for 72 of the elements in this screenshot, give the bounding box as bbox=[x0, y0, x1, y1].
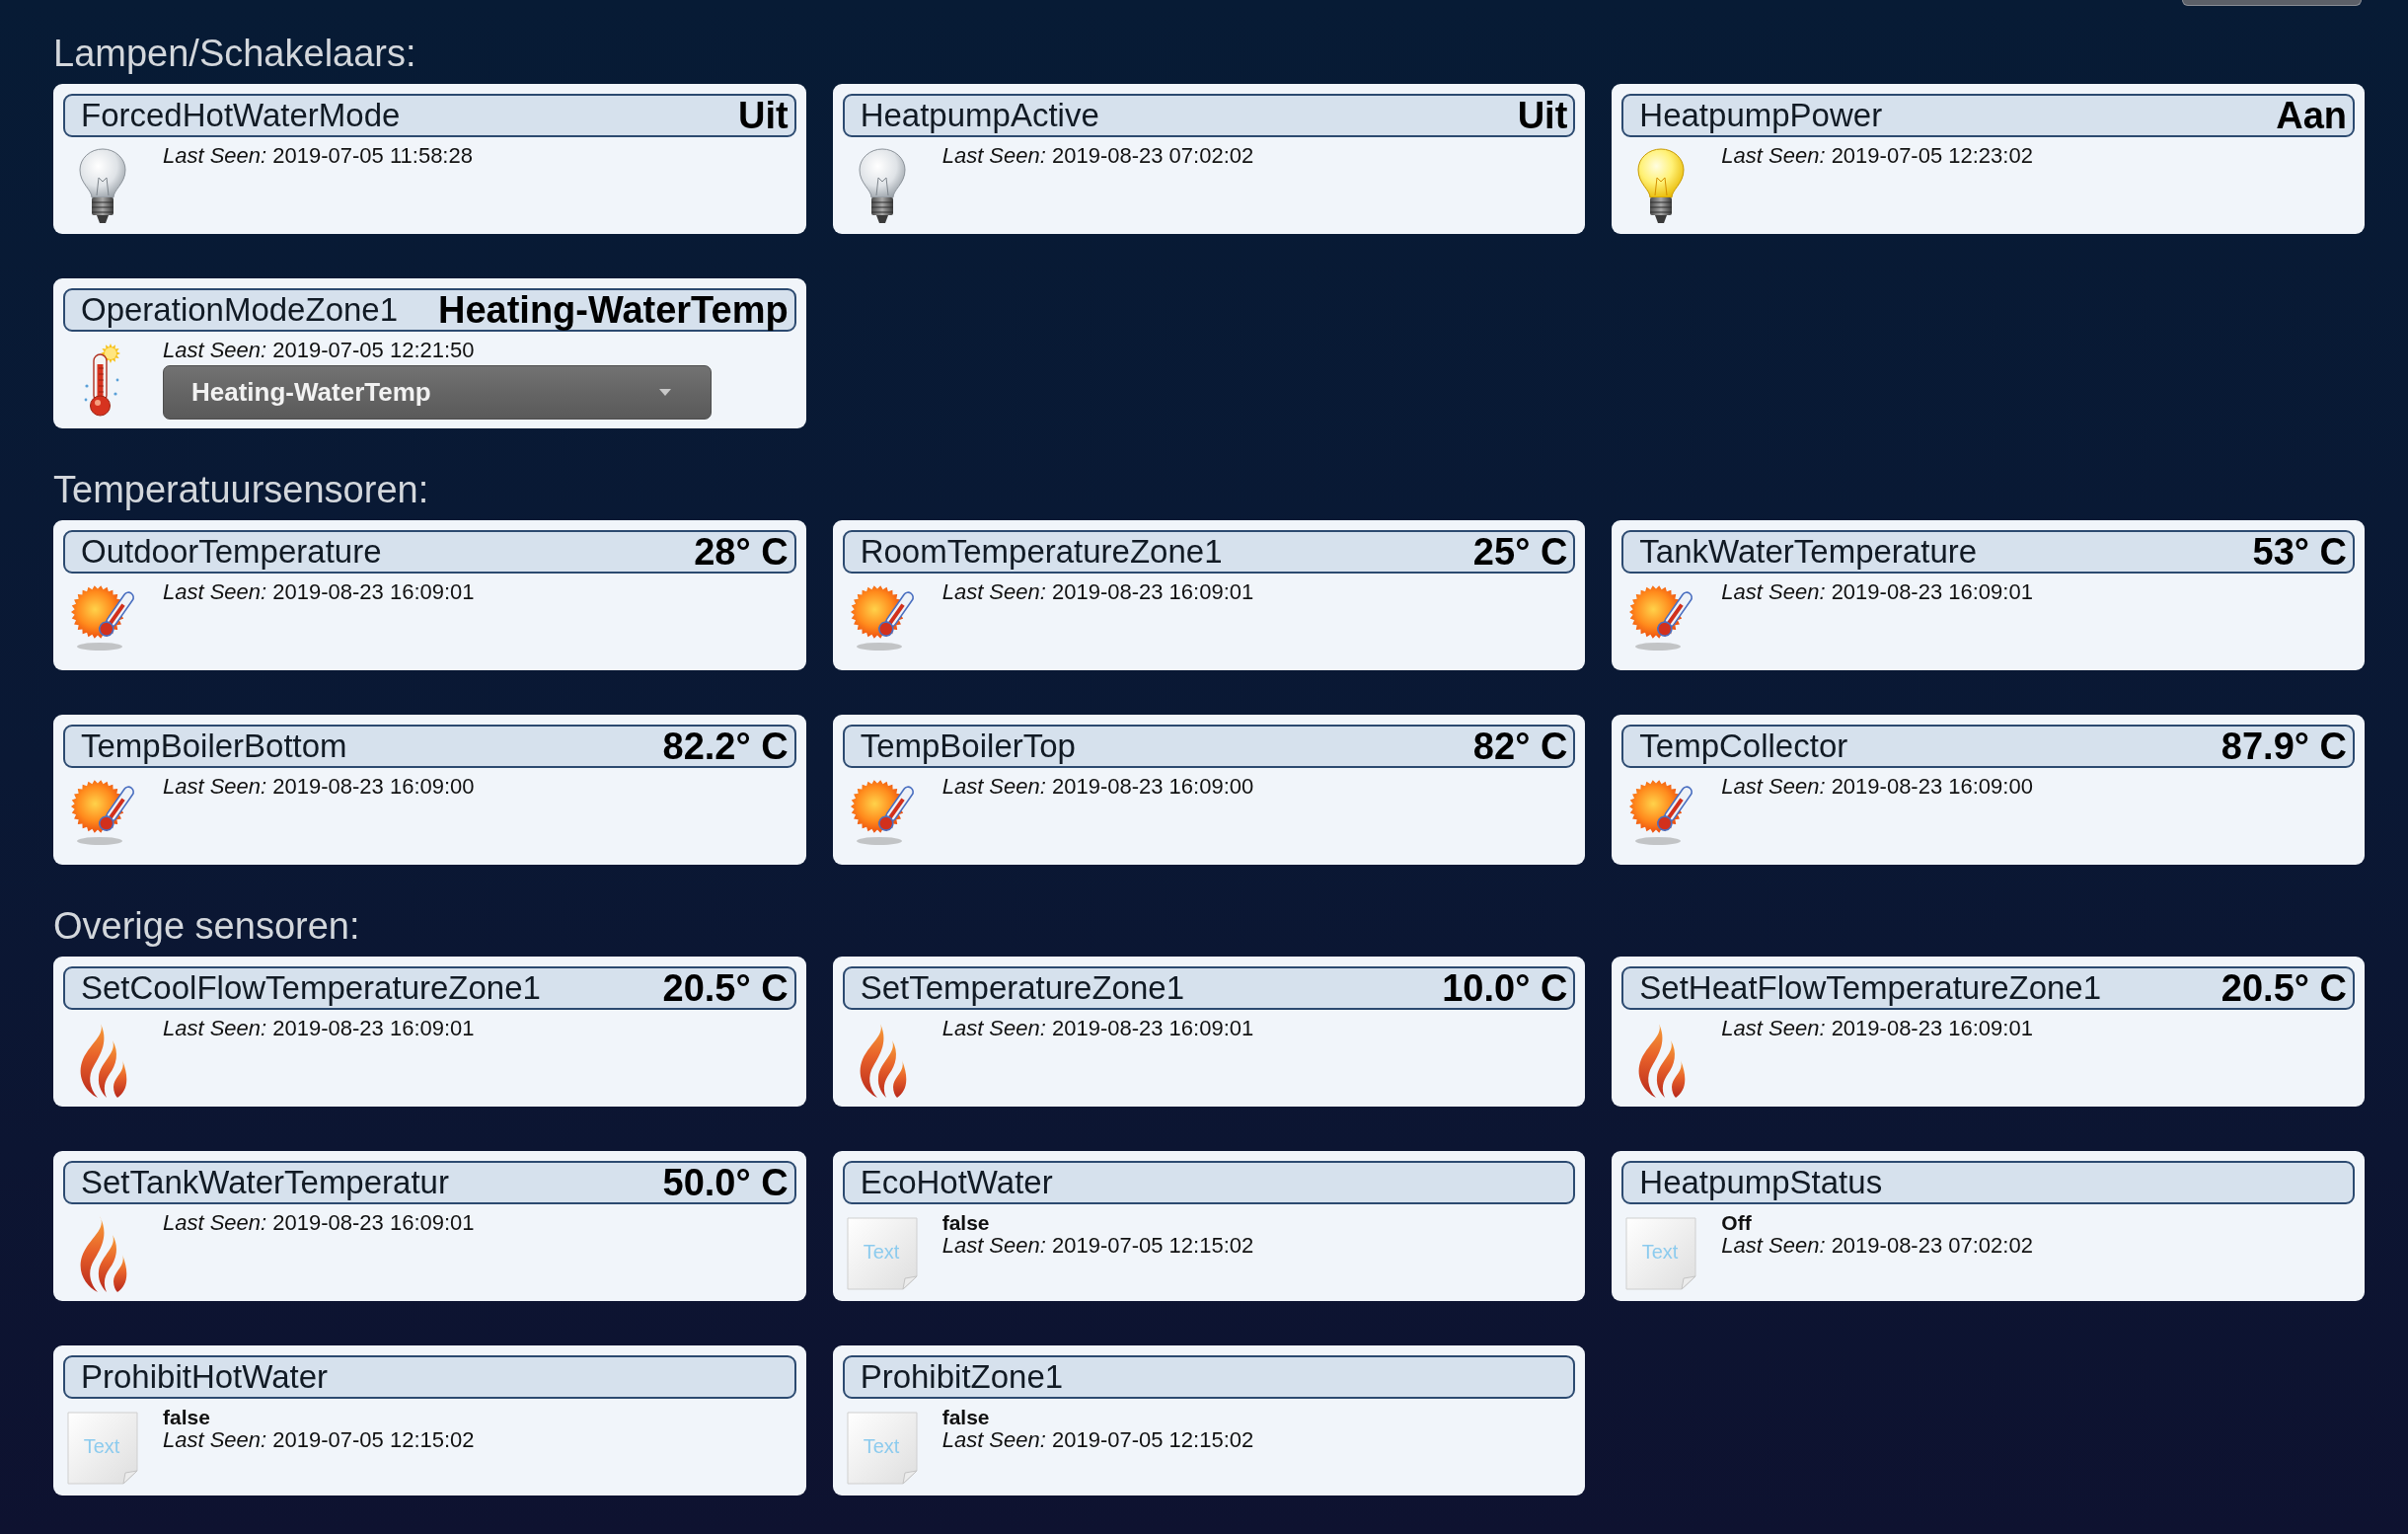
device-name: OutdoorTemperature bbox=[81, 533, 382, 571]
device-name: TempBoilerTop bbox=[860, 728, 1076, 765]
status-text: false bbox=[163, 1406, 210, 1428]
status-text: Off bbox=[1721, 1211, 1752, 1234]
sun-thermometer-icon bbox=[849, 584, 915, 652]
section-title: Temperatuursensoren: bbox=[53, 468, 429, 511]
device-value: Uit bbox=[738, 96, 789, 135]
light-bulb-icon[interactable] bbox=[857, 148, 907, 225]
status-text: false bbox=[941, 1211, 990, 1234]
status-text: false bbox=[941, 1406, 990, 1428]
device-value: Aan bbox=[2276, 96, 2347, 135]
device-value: 28° C bbox=[694, 532, 789, 572]
device-value: 53° C bbox=[2252, 532, 2347, 572]
last-seen-text: Last Seen: 2019-07-05 11:58:28 bbox=[163, 144, 473, 168]
last-seen-text: Last Seen: 2019-08-23 07:02:02 bbox=[941, 144, 1254, 168]
last-seen-text: Last Seen: 2019-08-23 16:09:01 bbox=[941, 580, 1254, 604]
device-name: SetTankWaterTemperatur bbox=[81, 1164, 449, 1201]
device-value: 20.5° C bbox=[662, 968, 789, 1008]
last-seen-text: Last Seen: 2019-07-05 12:15:02 bbox=[941, 1234, 1254, 1258]
last-seen-text: Last Seen: 2019-08-23 16:09:01 bbox=[163, 1017, 475, 1040]
last-seen-text: Last Seen: 2019-07-05 12:21:50 bbox=[163, 339, 475, 362]
text-document-icon: Text bbox=[67, 1412, 138, 1485]
device-value: 82° C bbox=[1472, 727, 1568, 766]
device-value: 20.5° C bbox=[2220, 968, 2347, 1008]
device-name: HeatpumpActive bbox=[860, 97, 1099, 134]
device-name: RoomTemperatureZone1 bbox=[860, 533, 1223, 571]
sun-thermometer-icon bbox=[849, 779, 915, 846]
text-document-icon: Text bbox=[846, 1412, 918, 1485]
device-name: HeatpumpPower bbox=[1639, 97, 1883, 134]
device-name: SetHeatFlowTemperatureZone1 bbox=[1639, 969, 2102, 1007]
device-name: OperationModeZone1 bbox=[81, 291, 399, 329]
device-value: 82.2° C bbox=[662, 727, 789, 766]
last-seen-text: Last Seen: 2019-08-23 16:09:00 bbox=[941, 775, 1254, 799]
last-seen-text: Last Seen: 2019-08-23 16:09:01 bbox=[163, 1211, 475, 1235]
caret-icon bbox=[659, 389, 671, 396]
text-document-icon: Text bbox=[1625, 1217, 1697, 1290]
text-document-icon: Text bbox=[846, 1217, 918, 1290]
device-name: ProhibitZone1 bbox=[860, 1358, 1064, 1396]
last-seen-text: Last Seen: 2019-08-23 16:09:00 bbox=[163, 775, 475, 799]
light-bulb-icon[interactable] bbox=[78, 148, 127, 225]
light-bulb-icon[interactable] bbox=[1636, 148, 1687, 225]
mode-dropdown[interactable]: Heating-WaterTemp bbox=[163, 365, 712, 420]
sun-thermometer-icon bbox=[70, 584, 135, 652]
device-value: 25° C bbox=[1472, 532, 1568, 572]
device-name: HeatpumpStatus bbox=[1639, 1164, 1883, 1201]
device-value: 10.0° C bbox=[1442, 968, 1568, 1008]
section-title: Overige sensoren: bbox=[53, 904, 360, 948]
device-name: ProhibitHotWater bbox=[81, 1358, 329, 1396]
device-value: 50.0° C bbox=[662, 1163, 789, 1202]
last-seen-text: Last Seen: 2019-07-05 12:23:02 bbox=[1721, 144, 2033, 168]
sun-thermometer-icon bbox=[70, 779, 135, 846]
device-name: TempCollector bbox=[1639, 728, 1848, 765]
device-value: 87.9° C bbox=[2220, 727, 2347, 766]
device-name: TempBoilerBottom bbox=[81, 728, 347, 765]
device-name: EcoHotWater bbox=[860, 1164, 1053, 1201]
device-name: SetTemperatureZone1 bbox=[860, 969, 1184, 1007]
last-seen-text: Last Seen: 2019-08-23 16:09:01 bbox=[1721, 580, 2033, 604]
device-value: Heating-WaterTemp bbox=[437, 290, 789, 330]
last-seen-text: Last Seen: 2019-08-23 07:02:02 bbox=[1721, 1234, 2033, 1258]
sun-thermometer-icon bbox=[1628, 584, 1694, 652]
last-seen-text: Last Seen: 2019-07-05 12:15:02 bbox=[941, 1428, 1254, 1452]
device-name: SetCoolFlowTemperatureZone1 bbox=[81, 969, 541, 1007]
last-seen-text: Last Seen: 2019-08-23 16:09:01 bbox=[163, 580, 475, 604]
last-seen-text: Last Seen: 2019-08-23 16:09:01 bbox=[941, 1017, 1254, 1040]
last-seen-text: Last Seen: 2019-08-23 16:09:01 bbox=[1721, 1017, 2033, 1040]
device-value: Uit bbox=[1517, 96, 1568, 135]
last-seen-text: Last Seen: 2019-08-23 16:09:00 bbox=[1721, 775, 2033, 799]
device-name: TankWaterTemperature bbox=[1639, 533, 1978, 571]
section-title: Lampen/Schakelaars: bbox=[53, 32, 416, 75]
sun-thermometer-icon bbox=[1628, 779, 1694, 846]
last-seen-text: Last Seen: 2019-07-05 12:15:02 bbox=[163, 1428, 475, 1452]
device-name: ForcedHotWaterMode bbox=[81, 97, 401, 134]
